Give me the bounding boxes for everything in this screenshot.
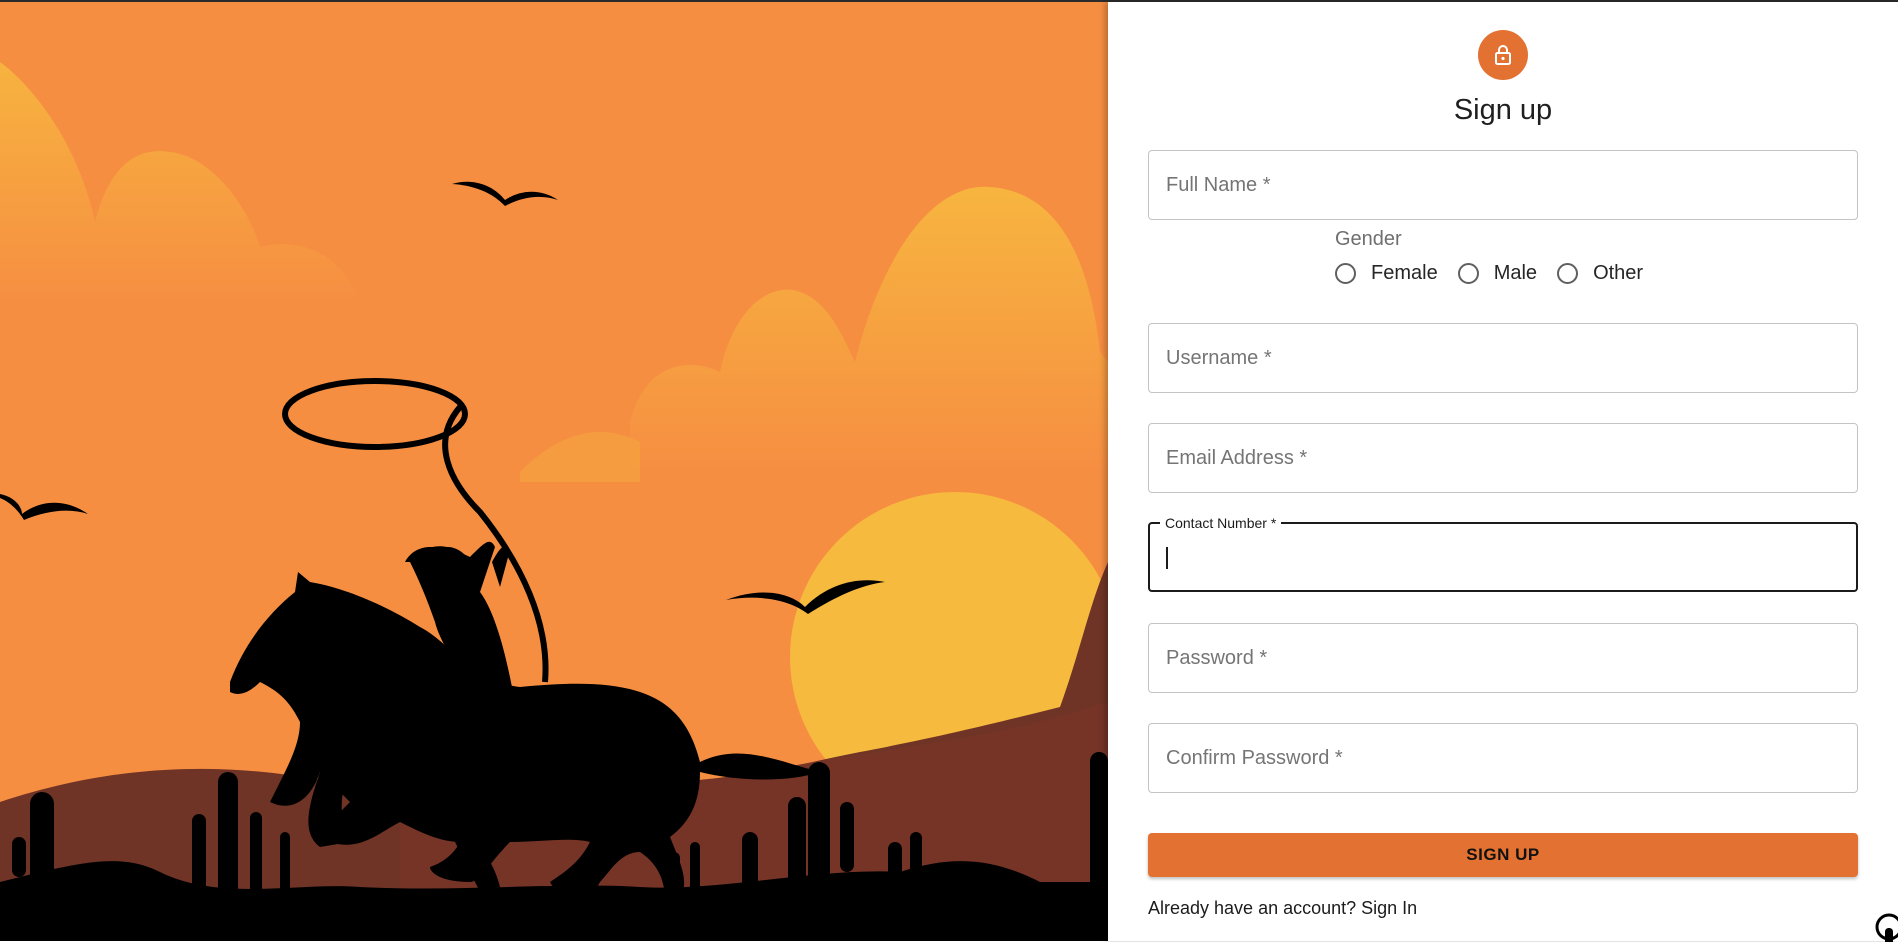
gender-option-label: Male — [1493, 262, 1538, 284]
full-name-field[interactable]: Full Name * — [1148, 150, 1858, 220]
username-placeholder: Username * — [1166, 347, 1272, 369]
github-icon[interactable] — [1874, 912, 1898, 942]
cowboy-sunset-illustration — [0, 2, 1108, 941]
username-field[interactable]: Username * — [1148, 323, 1858, 393]
radio-circle-icon — [1335, 263, 1356, 284]
text-caret — [1166, 547, 1168, 569]
gender-label: Gender — [1335, 228, 1402, 250]
full-name-placeholder: Full Name * — [1166, 174, 1271, 196]
radio-circle-icon — [1557, 263, 1579, 284]
page-title: Sign up — [1453, 94, 1553, 126]
contact-number-label: Contact Number * — [1160, 514, 1282, 532]
lock-avatar — [1478, 30, 1528, 80]
lock-icon — [1495, 45, 1511, 65]
confirm-password-field[interactable]: Confirm Password * — [1148, 723, 1858, 793]
gender-radio-male[interactable]: Male — [1457, 262, 1538, 285]
gender-radio-group: Female Male Other — [1335, 262, 1663, 285]
sign-in-link[interactable]: Already have an account? Sign In — [1148, 898, 1417, 918]
gender-option-label: Female — [1371, 262, 1438, 284]
gender-radio-other[interactable]: Other — [1557, 262, 1643, 285]
sign-up-button[interactable]: SIGN UP — [1148, 833, 1858, 877]
password-field[interactable]: Password * — [1148, 623, 1858, 693]
email-field[interactable]: Email Address * — [1148, 423, 1858, 493]
sign-in-link-row: Already have an account? Sign In — [1148, 898, 1417, 919]
gender-option-label: Other — [1593, 262, 1644, 284]
password-placeholder: Password * — [1166, 647, 1268, 669]
hero-illustration — [0, 2, 1108, 941]
radio-circle-icon — [1457, 263, 1479, 284]
email-placeholder: Email Address * — [1166, 447, 1308, 469]
gender-radio-female[interactable]: Female — [1335, 262, 1438, 285]
confirm-password-placeholder: Confirm Password * — [1166, 747, 1343, 769]
contact-number-field[interactable]: Contact Number * — [1148, 514, 1858, 592]
